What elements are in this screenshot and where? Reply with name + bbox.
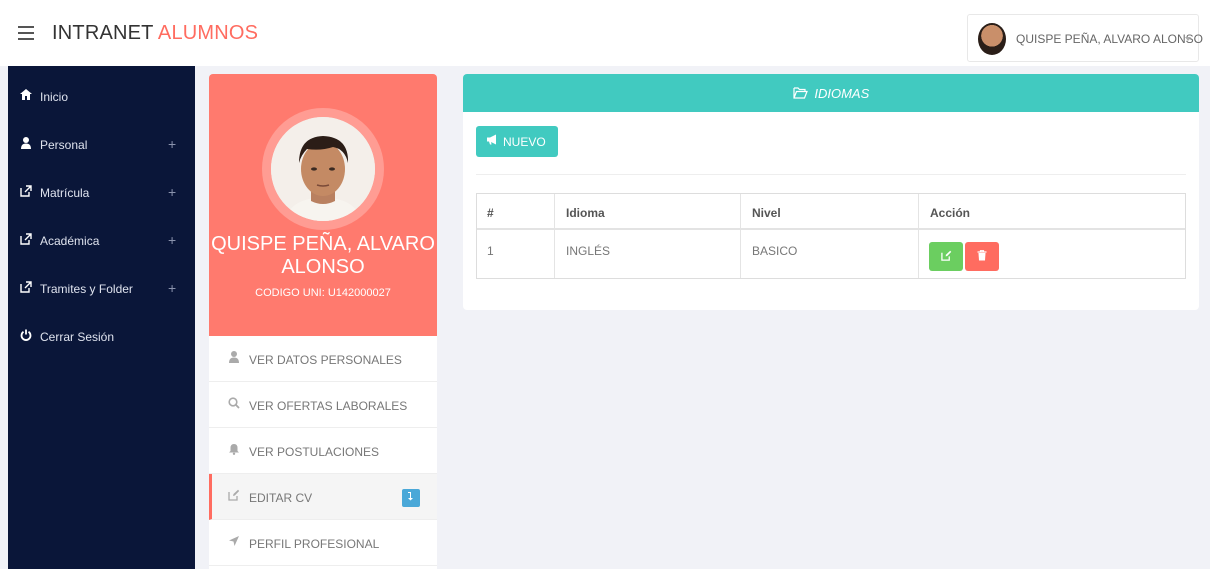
divider [476,174,1186,175]
brand-title: INTRANET ALUMNOS [52,22,258,45]
cell-nivel: BASICO [752,244,798,258]
external-link-icon [19,233,33,248]
new-button[interactable]: NUEVO [476,126,558,157]
external-link-icon [19,281,33,296]
sidebar-item-academica[interactable]: Académica + [8,217,195,265]
menu-item-perfil-profesional[interactable]: PERFIL PROFESIONAL [209,520,437,566]
edit-icon [227,489,241,504]
profile-code: CODIGO UNI: U142000027 [255,287,391,299]
power-icon [19,329,33,344]
new-button-label: NUEVO [503,135,546,149]
menu-item-label: EDITAR CV [249,491,313,505]
menu-item-label: PERFIL PROFESIONAL [249,537,380,551]
expand-plus-icon[interactable]: + [168,232,176,248]
user-menu[interactable]: QUISPE PEÑA, ALVARO ALONSO [967,14,1203,62]
table-row: 1 INGLÉS BASICO [477,230,1185,278]
column-header-num: # [487,206,494,220]
edit-icon [940,250,951,261]
idiomas-table: # Idioma Nivel Acción 1 INGLÉS BASICO [476,193,1186,279]
location-arrow-icon [227,535,241,550]
menu-item-label: VER OFERTAS LABORALES [249,399,408,413]
sidebar-item-label: Tramites y Folder [40,282,133,296]
delete-button[interactable] [965,242,999,271]
home-icon [19,89,33,103]
profile-card: QUISPE PEÑA, ALVARO ALONSO CODIGO UNI: U… [209,74,437,336]
brand-accent: ALUMNOS [157,22,259,44]
search-icon [227,397,241,412]
sidebar-item-matricula[interactable]: Matrícula + [8,169,195,217]
edit-button[interactable] [929,242,963,271]
cell-idioma: INGLÉS [566,244,611,258]
top-bar: INTRANET ALUMNOS QUISPE PEÑA, ALVARO ALO… [0,0,1210,66]
bell-icon [227,443,241,458]
expand-plus-icon[interactable]: + [168,184,176,200]
hamburger-menu-icon[interactable] [18,26,34,40]
column-header-accion: Acción [930,206,971,220]
menu-item-ver-postulaciones[interactable]: VER POSTULACIONES [209,428,437,474]
menu-item-ver-ofertas-laborales[interactable]: VER OFERTAS LABORALES [209,382,437,428]
menu-item-ver-datos-personales[interactable]: VER DATOS PERSONALES [209,336,437,382]
external-link-icon [19,185,33,200]
sidebar-item-label: Académica [40,234,100,248]
brand-main: INTRANET [52,22,154,44]
sidebar-item-label: Personal [40,138,88,152]
panel-header: IDIOMAS [463,74,1199,112]
level-down-icon [402,489,420,507]
trash-icon [977,249,987,260]
sidebar-item-label: Inicio [40,90,69,104]
folder-open-icon [793,87,808,99]
user-avatar [978,23,1006,55]
sidebar-item-personal[interactable]: Personal + [8,121,195,169]
user-icon [227,351,241,366]
user-name: QUISPE PEÑA, ALVARO ALONSO [1016,32,1203,46]
profile-menu: VER DATOS PERSONALES VER OFERTAS LABORAL… [209,336,437,569]
menu-item-editar-cv[interactable]: EDITAR CV [209,474,437,520]
profile-avatar [271,117,375,221]
panel-title: IDIOMAS [463,86,1199,101]
sidebar: Inicio Personal + Matrícula + Académica … [8,66,195,569]
profile-avatar-ring [262,108,384,230]
sidebar-item-label: Matrícula [40,186,90,200]
cell-num: 1 [487,244,494,258]
user-icon [19,137,33,152]
sidebar-item-inicio[interactable]: Inicio [8,73,195,121]
profile-name: QUISPE PEÑA, ALVARO ALONSO [211,233,435,278]
sidebar-item-label: Cerrar Sesión [40,330,115,344]
column-header-nivel: Nivel [752,206,781,220]
sidebar-item-cerrar-sesion[interactable]: Cerrar Sesión [8,313,195,361]
expand-plus-icon[interactable]: + [168,136,176,152]
menu-item-label: VER DATOS PERSONALES [249,353,402,367]
sidebar-item-tramites[interactable]: Tramites y Folder + [8,265,195,313]
caret-down-icon [1185,37,1191,41]
expand-plus-icon[interactable]: + [168,280,176,296]
column-header-idioma: Idioma [566,206,605,220]
table-header: # Idioma Nivel Acción [477,194,1185,230]
menu-item-label: VER POSTULACIONES [249,445,380,459]
bullhorn-icon [486,134,499,148]
idiomas-panel: IDIOMAS NUEVO # Idioma Nivel Acción 1 IN… [463,74,1199,310]
panel-title-text: IDIOMAS [814,86,870,101]
